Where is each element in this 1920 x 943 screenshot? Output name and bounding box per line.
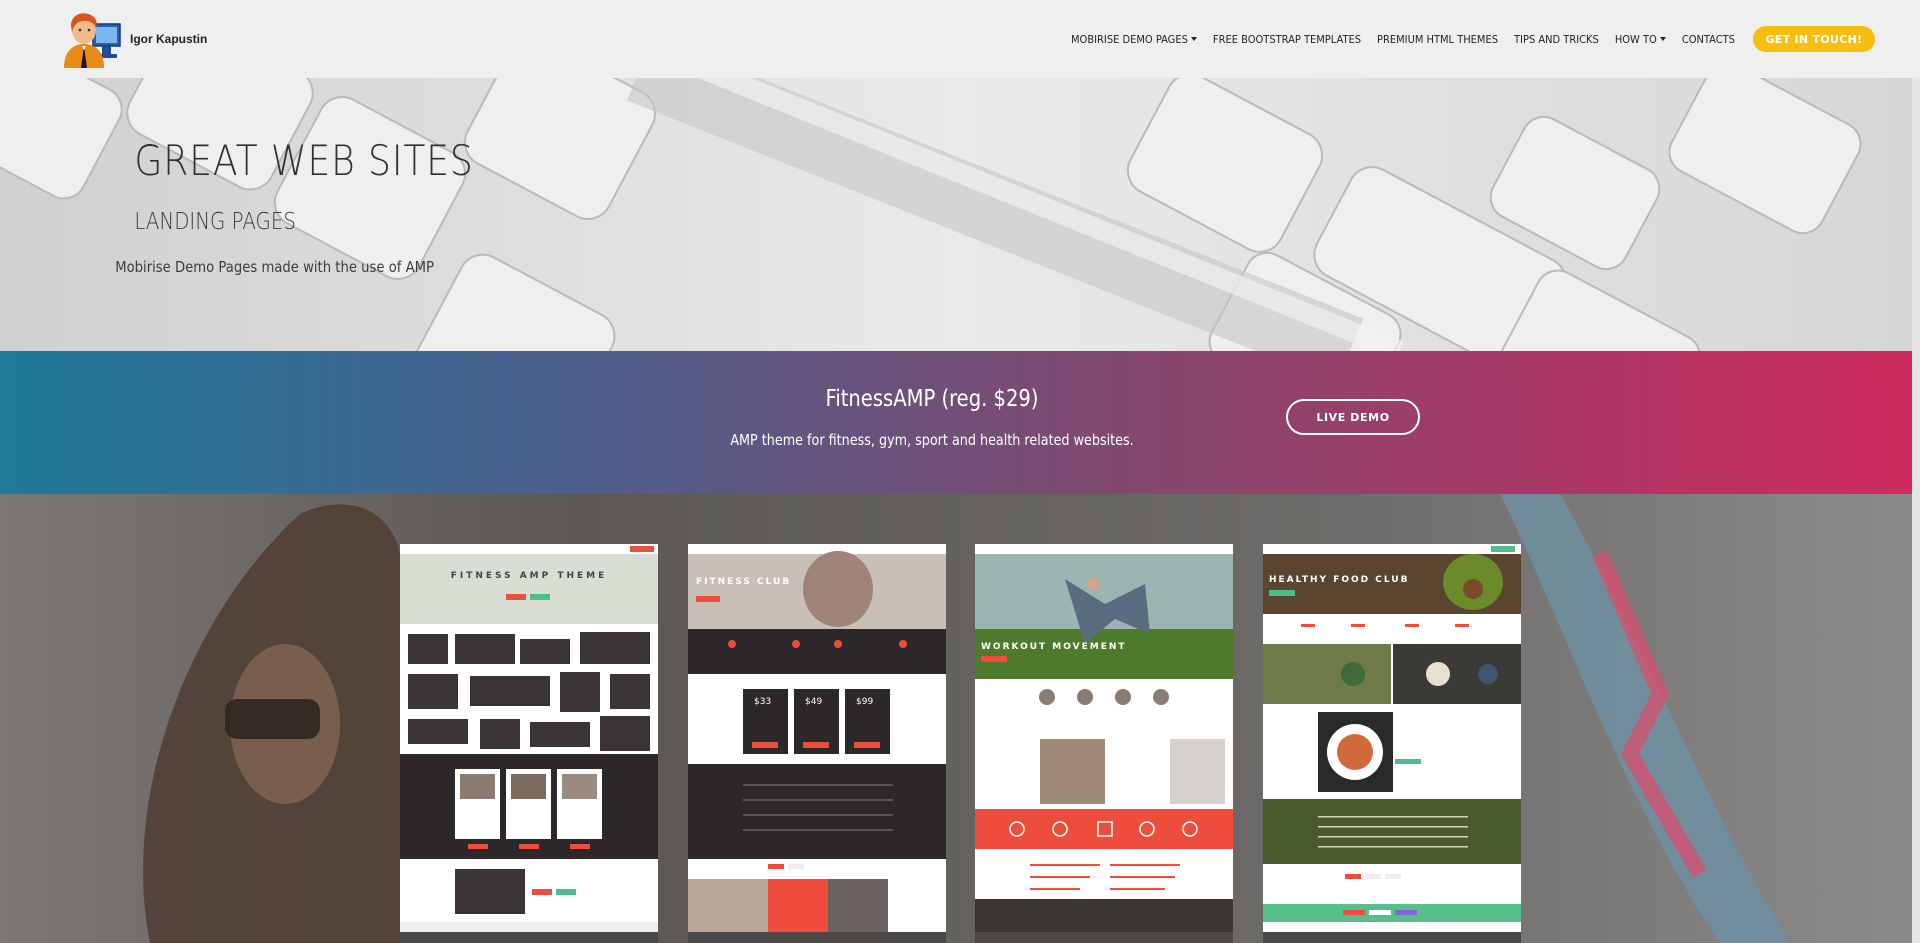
- caret-down-icon: [1190, 37, 1197, 41]
- avatar-logo-icon[interactable]: [60, 10, 122, 68]
- nav-item-tips-and-tricks[interactable]: TIPS AND TRICKS: [1514, 33, 1599, 46]
- price-label: $99: [856, 697, 873, 707]
- card-caption-bar: [975, 932, 1233, 943]
- get-in-touch-button[interactable]: GET IN TOUCH!: [1752, 26, 1875, 52]
- nav-item-premium-html-themes[interactable]: PREMIUM HTML THEMES: [1377, 33, 1498, 46]
- nav-item-how-to[interactable]: HOW TO: [1615, 33, 1666, 46]
- nav-item-label: TIPS AND TRICKS: [1514, 32, 1599, 46]
- hero-section: GREAT WEB SITES LANDING PAGES Mobirise D…: [0, 78, 1920, 351]
- page-scrollbar[interactable]: [1912, 78, 1920, 943]
- caret-down-icon: [1659, 37, 1666, 41]
- nav-item-label: PREMIUM HTML THEMES: [1377, 32, 1499, 46]
- demo-card-fitness-club[interactable]: FITNESS CLUB $33 $49 $99: [688, 544, 946, 943]
- card-caption-bar: [400, 932, 658, 943]
- hero-description: Mobirise Demo Pages made with the use of…: [115, 258, 435, 276]
- price-label: $33: [754, 697, 771, 707]
- live-demo-button[interactable]: LIVE DEMO: [1286, 399, 1420, 435]
- demo-gallery-section: FITNESS AMP THEME FITNESS CLUB $33 $49 $…: [0, 494, 1920, 943]
- card-title: FITNESS AMP THEME: [451, 571, 608, 581]
- main-menu: MOBIRISE DEMO PAGES FREE BOOTSTRAP TEMPL…: [1071, 0, 1875, 78]
- demo-card-fitness-amp-theme[interactable]: FITNESS AMP THEME: [400, 544, 658, 943]
- nav-item-label: MOBIRISE DEMO PAGES: [1071, 32, 1188, 46]
- card-title: HEALTHY FOOD CLUB: [1269, 575, 1409, 585]
- product-description: AMP theme for fitness, gym, sport and he…: [730, 431, 1134, 449]
- screenshot-thumbnail: FITNESS AMP THEME: [400, 544, 658, 932]
- product-banner: FitnessAMP (reg. $29) AMP theme for fitn…: [0, 351, 1920, 494]
- card-caption-bar: [1263, 932, 1521, 943]
- nav-item-mobirise-demo-pages[interactable]: MOBIRISE DEMO PAGES: [1071, 33, 1197, 46]
- nav-item-label: CONTACTS: [1681, 32, 1735, 46]
- nav-item-label: HOW TO: [1614, 32, 1657, 46]
- demo-card-workout-movement[interactable]: WORKOUT MOVEMENT: [975, 544, 1233, 943]
- screenshot-thumbnail: WORKOUT MOVEMENT: [975, 544, 1233, 932]
- card-title: WORKOUT MOVEMENT: [981, 642, 1127, 652]
- price-label: $49: [805, 697, 822, 707]
- demo-card-healthy-food-club[interactable]: HEALTHY FOOD CLUB: [1263, 544, 1521, 943]
- card-title: FITNESS CLUB: [696, 577, 791, 587]
- brand[interactable]: Igor Kapustin: [60, 10, 207, 68]
- card-caption-bar: [688, 932, 946, 943]
- hero-title: GREAT WEB SITES: [134, 136, 474, 185]
- nav-item-contacts[interactable]: CONTACTS: [1682, 33, 1735, 46]
- top-navbar: Igor Kapustin MOBIRISE DEMO PAGES FREE B…: [0, 0, 1920, 78]
- brand-name[interactable]: Igor Kapustin: [130, 32, 207, 46]
- product-title: FitnessAMP (reg. $29): [825, 386, 1039, 412]
- nav-item-label: FREE BOOTSTRAP TEMPLATES: [1212, 32, 1362, 46]
- nav-item-free-bootstrap-templates[interactable]: FREE BOOTSTRAP TEMPLATES: [1213, 33, 1361, 46]
- screenshot-thumbnail: FITNESS CLUB $33 $49 $99: [688, 544, 946, 932]
- fitness-background-image: [0, 494, 1920, 943]
- hero-subtitle: LANDING PAGES: [134, 209, 296, 235]
- screenshot-thumbnail: HEALTHY FOOD CLUB: [1263, 544, 1521, 932]
